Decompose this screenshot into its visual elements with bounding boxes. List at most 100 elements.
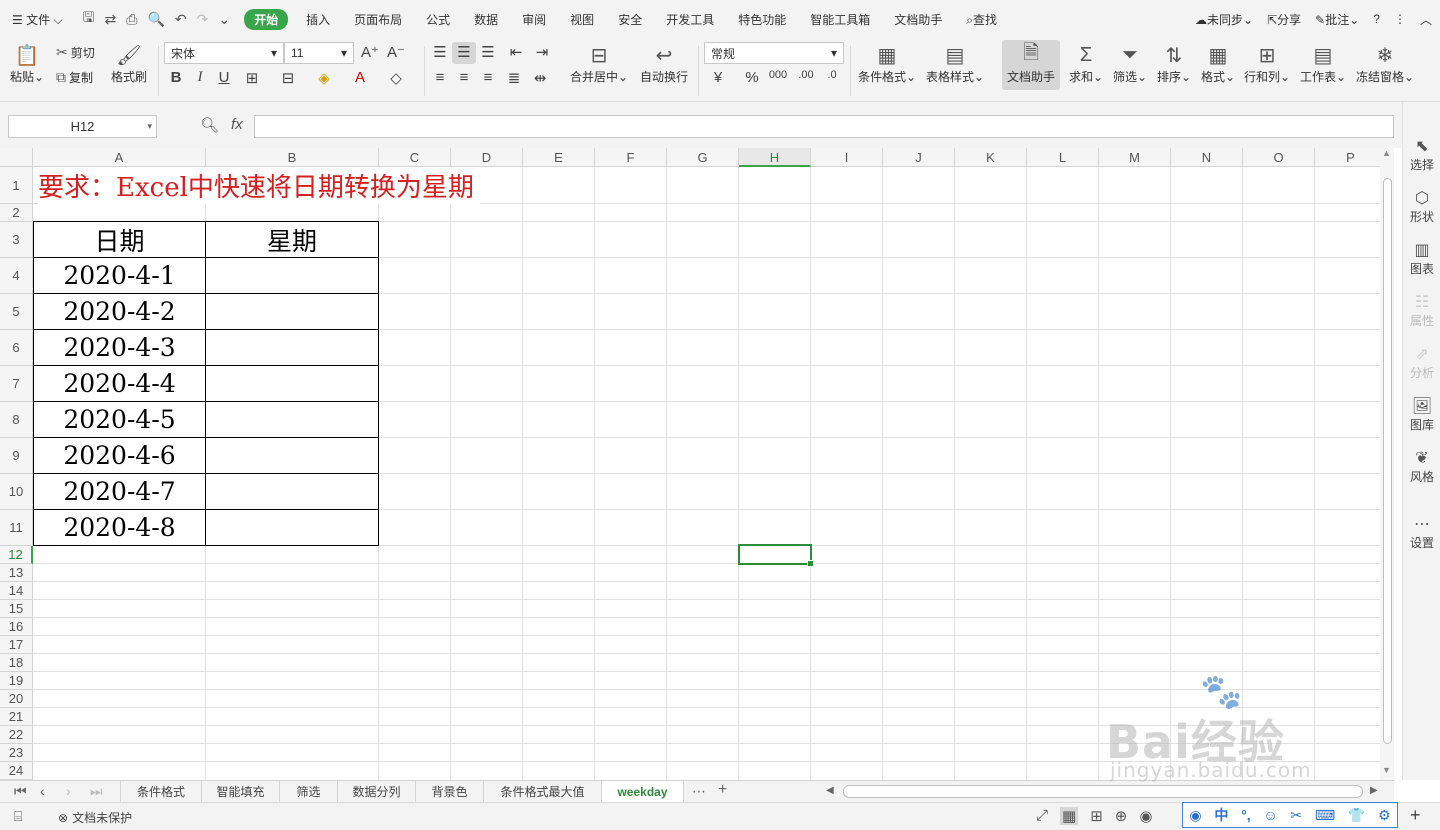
scroll-up-icon[interactable]: ▲	[1382, 148, 1391, 158]
copy-button[interactable]: ⧉ 复制	[56, 69, 93, 86]
date-cell[interactable]: 2020-4-8	[34, 510, 206, 546]
table-style-button[interactable]: ▤ 表格样式⌄	[926, 42, 984, 85]
tab-view[interactable]: 视图	[558, 11, 606, 28]
row-header-7[interactable]: 7	[0, 366, 33, 402]
decrease-font-icon[interactable]: A⁻	[386, 43, 406, 61]
tab-data[interactable]: 数据	[462, 11, 510, 28]
font-size-select[interactable]: 11 ▾	[284, 42, 354, 64]
column-header-c[interactable]: C	[379, 148, 451, 167]
date-cell[interactable]: 2020-4-7	[34, 474, 206, 510]
normal-view-icon[interactable]: ▦	[1060, 807, 1079, 825]
ime-settings-icon[interactable]: ⚙	[1378, 807, 1391, 824]
column-header-j[interactable]: J	[883, 148, 955, 167]
skin-icon[interactable]: 👕	[1348, 807, 1365, 824]
tab-features[interactable]: 特色功能	[726, 11, 798, 28]
increase-decimal-icon[interactable]: .00	[796, 69, 816, 81]
currency-icon[interactable]: ¥	[708, 69, 728, 86]
tab-developer[interactable]: 开发工具	[654, 11, 726, 28]
column-header-g[interactable]: G	[667, 148, 739, 167]
weekday-cell[interactable]	[206, 366, 379, 402]
first-sheet-icon[interactable]: ⏮	[14, 783, 27, 800]
print-icon[interactable]: ⎙	[126, 11, 137, 28]
protect-status[interactable]: ⊗ 文档未保护	[58, 809, 132, 826]
ime-lang[interactable]: 中	[1214, 805, 1228, 825]
decrease-indent-icon[interactable]: ⇤	[506, 43, 526, 61]
sync-button[interactable]: ☁未同步⌄	[1195, 11, 1253, 28]
wrap-text-button[interactable]: ↩ 自动换行	[638, 42, 690, 85]
help-icon[interactable]: ?	[1373, 12, 1380, 26]
ime-logo-icon[interactable]: ◉	[1189, 807, 1201, 824]
prev-sheet-icon[interactable]: ‹	[40, 783, 45, 799]
column-header-n[interactable]: N	[1171, 148, 1243, 167]
date-cell[interactable]: 2020-4-2	[34, 294, 206, 330]
search-button[interactable]: ⌕查找	[954, 11, 1009, 28]
date-cell[interactable]: 2020-4-1	[34, 258, 206, 294]
weekday-cell[interactable]	[206, 402, 379, 438]
cut-button[interactable]: ✂ 剪切	[56, 44, 95, 61]
row-header-11[interactable]: 11	[0, 510, 33, 546]
distributed-icon[interactable]: ⇹	[530, 69, 550, 87]
row-header-21[interactable]: 21	[0, 708, 33, 726]
weekday-cell[interactable]	[206, 258, 379, 294]
row-header-12[interactable]: 12	[0, 546, 33, 564]
comment-button[interactable]: ✎批注⌄	[1315, 11, 1359, 28]
format-painter-button[interactable]: 🖌 格式刷	[108, 42, 150, 85]
row-header-13[interactable]: 13	[0, 564, 33, 582]
weekday-cell[interactable]	[206, 474, 379, 510]
scroll-left-icon[interactable]: ◀	[826, 785, 834, 796]
side-style-button[interactable]: ❦ 风格	[1403, 448, 1440, 485]
macro-icon[interactable]: ⌸	[14, 808, 22, 825]
worksheet-button[interactable]: ▤ 工作表⌄	[1300, 42, 1346, 85]
row-header-23[interactable]: 23	[0, 744, 33, 762]
align-right-icon[interactable]: ≡	[478, 69, 498, 86]
row-header-19[interactable]: 19	[0, 672, 33, 690]
row-header-10[interactable]: 10	[0, 474, 33, 510]
column-header-l[interactable]: L	[1027, 148, 1099, 167]
punctuation-icon[interactable]: °,	[1241, 807, 1251, 823]
side-gallery-button[interactable]: 🖼 图库	[1403, 396, 1440, 433]
redo-icon[interactable]: ↷	[197, 11, 209, 28]
tab-insert[interactable]: 插入	[294, 11, 342, 28]
align-middle-icon[interactable]: ☰	[454, 43, 474, 61]
select-all-corner[interactable]	[0, 148, 33, 167]
tab-formulas[interactable]: 公式	[414, 11, 462, 28]
row-header-14[interactable]: 14	[0, 582, 33, 600]
bold-icon[interactable]: B	[166, 69, 186, 86]
row-header-20[interactable]: 20	[0, 690, 33, 708]
emoji-icon[interactable]: ☺	[1263, 807, 1277, 823]
more-sheets-icon[interactable]: ⋯	[692, 783, 706, 800]
date-cell[interactable]: 2020-4-6	[34, 438, 206, 474]
add-sheet-icon[interactable]: +	[718, 781, 727, 799]
paste-button[interactable]: 📋 粘贴⌄	[10, 42, 44, 85]
column-header-e[interactable]: E	[523, 148, 595, 167]
collapse-ribbon-icon[interactable]: ︿	[1420, 11, 1432, 28]
column-header-h[interactable]: H	[739, 148, 811, 167]
underline-icon[interactable]: U	[214, 69, 234, 86]
date-cell[interactable]: 2020-4-4	[34, 366, 206, 402]
customize-icon[interactable]: ⌄	[218, 11, 230, 28]
header-weekday-cell[interactable]: 星期	[206, 222, 379, 258]
keyboard-icon[interactable]: ⌨	[1315, 807, 1335, 824]
title-cell[interactable]: 要求：Excel中快速将日期转换为星期	[38, 167, 480, 204]
row-header-17[interactable]: 17	[0, 636, 33, 654]
zoom-icon[interactable]: 🔍︎	[200, 116, 219, 134]
horizontal-scrollbar[interactable]	[843, 785, 1363, 798]
decrease-decimal-icon[interactable]: .0	[822, 69, 842, 81]
share-button[interactable]: ⇱分享	[1267, 11, 1301, 28]
side-select-button[interactable]: ⬉ 选择	[1403, 136, 1440, 173]
zoom-in-icon[interactable]: +	[1410, 805, 1421, 826]
doc-helper-button[interactable]: 🗎 文档助手	[1002, 42, 1060, 85]
vertical-scrollbar[interactable]: ▲ ▼	[1380, 148, 1394, 780]
scroll-right-icon[interactable]: ▶	[1370, 785, 1378, 796]
tab-review[interactable]: 审阅	[510, 11, 558, 28]
sheet-tab-active[interactable]: weekday	[602, 781, 684, 802]
align-top-icon[interactable]: ☰	[430, 43, 450, 61]
sort-button[interactable]: ⇅ 排序⌄	[1156, 42, 1192, 85]
column-header-o[interactable]: O	[1243, 148, 1315, 167]
column-header-b[interactable]: B	[206, 148, 379, 167]
sheet-tab[interactable]: 背景色	[416, 781, 484, 802]
tab-home[interactable]: 开始	[244, 8, 289, 30]
italic-icon[interactable]: I	[190, 69, 210, 86]
vertical-scroll-thumb[interactable]	[1383, 178, 1392, 744]
align-center-icon[interactable]: ≡	[454, 69, 474, 86]
